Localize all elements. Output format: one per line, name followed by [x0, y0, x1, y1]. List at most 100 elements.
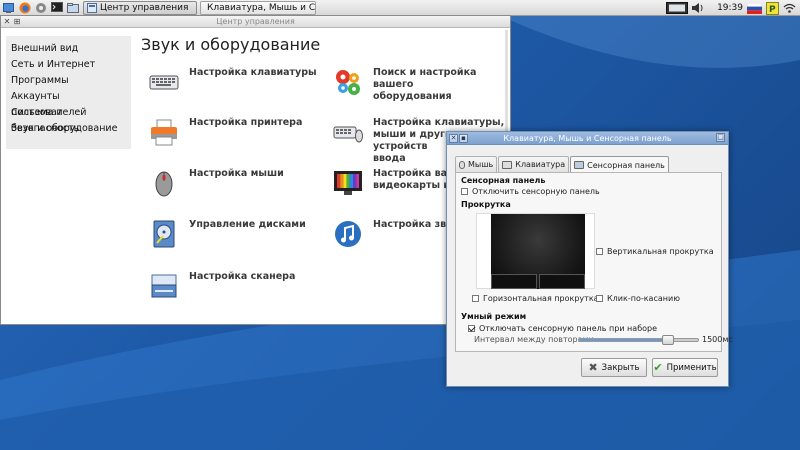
button-label: Закрыть — [601, 362, 640, 373]
sidebar: Внешний вид Сеть и Интернет Программы Ак… — [6, 36, 131, 149]
page-title: Звук и оборудование — [141, 35, 321, 54]
close-x-icon: ✖ — [588, 361, 598, 374]
item-mouse-settings[interactable]: Настройка мыши — [149, 168, 284, 198]
mouse-tab-icon — [459, 160, 465, 169]
touchpad-preview-frame — [476, 213, 595, 289]
scanner-icon — [151, 274, 177, 298]
sidebar-item-programs[interactable]: Программы — [6, 73, 131, 89]
repeat-interval-value: 1500мс — [702, 335, 733, 344]
taskbar: Центр управления Клавиатура, Мышь и Сенс… — [0, 0, 800, 16]
item-label: Настройка мыши — [189, 168, 284, 179]
monitor-icon — [334, 171, 362, 195]
tab-touchpad[interactable]: Сенсорная панель — [570, 156, 669, 173]
vertical-scroll-checkbox[interactable]: Вертикальная прокрутка — [596, 247, 714, 256]
checkbox-label: Отключить сенсорную панель — [472, 187, 600, 196]
window-titlebar[interactable]: ✕ ⊞ Центр управления — [1, 16, 510, 28]
touchpad-section-heading: Сенсорная панель — [461, 176, 546, 185]
task-control-center[interactable]: Центр управления — [83, 0, 197, 15]
task-keyboard-mouse[interactable]: Клавиатура, Мышь и Сенс... — [200, 0, 316, 15]
item-label: Настройка сканера — [189, 271, 296, 282]
tab-label: Клавиатура — [515, 160, 566, 169]
updates-icon[interactable]: P — [766, 1, 779, 15]
touchpad-preview — [491, 214, 585, 289]
file-manager-icon — [66, 2, 79, 13]
item-printer-settings[interactable]: Настройка принтера — [149, 117, 302, 147]
firefox-launcher[interactable] — [17, 1, 32, 15]
disable-touchpad-checkbox[interactable]: Отключить сенсорную панель — [461, 187, 600, 196]
checkbox-box — [461, 188, 468, 195]
checkbox-box — [596, 295, 603, 302]
sidebar-item-user-accounts[interactable]: Аккаунты пользователей — [6, 89, 131, 118]
mouse-icon — [155, 171, 173, 197]
desktop-icon — [3, 2, 14, 13]
touchpad-panel: Сенсорная панель Отключить сенсорную пан… — [455, 172, 733, 352]
checkbox-label: Клик-по-касанию — [607, 294, 680, 303]
svg-text:P: P — [769, 5, 776, 15]
repeat-interval-slider[interactable] — [578, 335, 699, 345]
item-disk-management[interactable]: Управление дисками — [149, 219, 306, 249]
tab-keyboard[interactable]: Клавиатура — [498, 156, 570, 172]
settings-launcher[interactable] — [33, 1, 48, 15]
printer-icon — [151, 119, 177, 146]
keyboard-mouse-touchpad-dialog: ✕ ▪ Клавиатура, Мышь и Сенсорная панель … — [446, 131, 733, 387]
tap-to-click-checkbox[interactable]: Клик-по-касанию — [596, 294, 680, 303]
checkbox-box — [472, 295, 479, 302]
tab-mouse[interactable]: Мышь — [455, 156, 498, 172]
disable-while-typing-checkbox[interactable]: Отключать сенсорную панель при наборе — [468, 324, 657, 333]
wifi-icon[interactable] — [783, 2, 796, 14]
tab-label: Сенсорная панель — [587, 160, 665, 170]
input-devices-icon — [333, 126, 363, 143]
touchpad-right-button — [539, 274, 585, 289]
scroll-section-heading: Прокрутка — [461, 200, 511, 209]
settings-icon — [35, 2, 46, 13]
checkbox-box — [468, 325, 475, 332]
dialog-titlebar[interactable]: ✕ ▪ Клавиатура, Мышь и Сенсорная панель … — [447, 132, 728, 145]
keyboard-tab-icon — [502, 160, 513, 169]
tab-label: Мышь — [468, 160, 494, 169]
display-icon[interactable] — [666, 2, 689, 14]
smart-mode-heading: Умный режим — [461, 312, 527, 321]
item-label: Настройка принтера — [189, 117, 303, 128]
maximize-icon[interactable]: □ — [716, 133, 725, 142]
item-label: Поиск и настройка вашего оборудования — [373, 67, 477, 102]
slider-fill — [579, 339, 668, 341]
item-scanner-settings[interactable]: Настройка сканера — [149, 271, 295, 301]
window-title: Центр управления — [216, 17, 295, 26]
dialog-title: Клавиатура, Мышь и Сенсорная панель — [503, 133, 672, 143]
hardware-gears-icon — [336, 70, 360, 95]
horizontal-scroll-checkbox[interactable]: Горизонтальная прокрутка — [472, 294, 599, 303]
tab-bar: Мышь Клавиатура Сенсорная панель — [455, 156, 670, 173]
disk-icon — [153, 220, 175, 248]
checkmark-icon: ✔ — [653, 361, 663, 374]
sound-icon[interactable] — [691, 2, 705, 14]
sidebar-item-appearance[interactable]: Внешний вид — [6, 41, 131, 57]
file-manager-launcher[interactable] — [65, 1, 80, 15]
apply-button[interactable]: ✔ Применить — [652, 358, 718, 377]
close-button[interactable]: ✖ Закрыть — [581, 358, 647, 377]
desktop-launcher[interactable] — [1, 1, 16, 15]
firefox-icon — [19, 2, 30, 13]
item-label: Управление дисками — [189, 219, 306, 230]
keyboard-icon — [149, 75, 179, 90]
slider-handle[interactable] — [662, 335, 674, 345]
terminal-icon — [50, 2, 63, 12]
sidebar-item-network[interactable]: Сеть и Интернет — [6, 57, 131, 73]
checkbox-label: Горизонтальная прокрутка — [483, 294, 599, 303]
control-center-window: ✕ ⊞ Центр управления Внешний вид Сеть и … — [0, 15, 511, 325]
terminal-launcher[interactable] — [49, 1, 64, 15]
checkbox-box — [596, 248, 603, 255]
touchpad-tab-icon — [574, 161, 585, 169]
button-label: Применить — [666, 362, 717, 373]
clock[interactable]: 19:39 — [717, 3, 743, 13]
item-label: Настройка клавиатуры — [189, 67, 317, 78]
music-note-icon — [335, 221, 361, 247]
touchpad-left-button — [491, 274, 537, 289]
item-hardware-search[interactable]: Поиск и настройка вашего оборудования — [333, 67, 510, 103]
sidebar-item-sound-hardware[interactable]: Звук и оборудование — [6, 121, 131, 137]
checkbox-label: Вертикальная прокрутка — [607, 247, 714, 256]
item-keyboard-settings[interactable]: Настройка клавиатуры — [149, 67, 317, 97]
task-label: Центр управления — [100, 2, 189, 13]
language-flag-icon[interactable] — [747, 2, 762, 14]
checkbox-label: Отключать сенсорную панель при наборе — [479, 324, 658, 333]
control-center-icon — [87, 2, 97, 13]
